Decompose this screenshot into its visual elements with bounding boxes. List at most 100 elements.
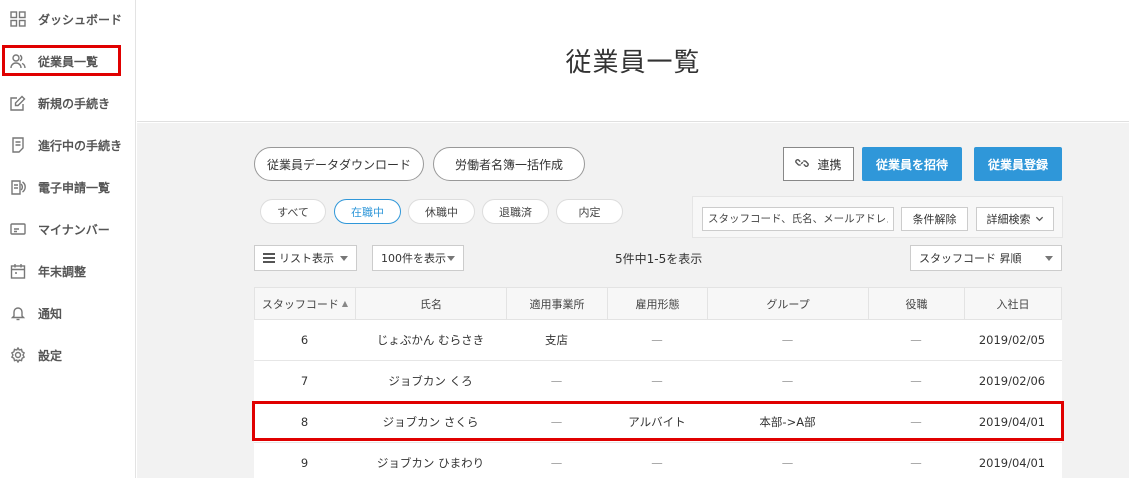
sidebar-item-label: 従業員一覧 <box>38 54 99 69</box>
cell-group: — <box>781 374 794 388</box>
cell-staff-code: 8 <box>300 415 309 429</box>
filter-tab-employed[interactable]: 在職中 <box>334 199 401 224</box>
sidebar-item-dashboard[interactable]: ダッシュボード <box>0 4 136 34</box>
filter-tab-retired[interactable]: 退職済 <box>482 199 549 224</box>
advanced-search-button[interactable]: 詳細検索 <box>976 207 1054 231</box>
cell-employment-type: — <box>651 333 663 347</box>
cell-hire-date: 2019/02/06 <box>978 374 1046 388</box>
column-header-staff-code[interactable]: スタッフコード ▲ <box>255 288 356 319</box>
register-button[interactable]: 従業員登録 <box>974 147 1062 181</box>
link-icon <box>795 156 810 173</box>
caret-down-icon <box>340 256 348 261</box>
cell-name[interactable]: ジョブカン ひまわり <box>355 443 506 478</box>
filter-tab-all[interactable]: すべて <box>260 199 326 224</box>
sidebar-item-settings[interactable]: 設定 <box>0 340 136 370</box>
table-row[interactable]: 6 じょぶかん むらさき 支店 — — — 2019/02/05 <box>254 320 1062 361</box>
column-header-employment-type[interactable]: 雇用形態 <box>608 288 708 319</box>
link-label: 連携 <box>817 157 842 172</box>
cell-name[interactable]: じょぶかん むらさき <box>355 320 506 360</box>
cell-employment-type: — <box>651 374 663 388</box>
cell-position: — <box>910 374 922 388</box>
main-content: 従業員データダウンロード 労働者名簿一括作成 連携 従業員を招待 従業員登録 す… <box>137 123 1129 478</box>
sidebar-item-label: 年末調整 <box>38 264 87 279</box>
result-count: 5件中1-5を表示 <box>615 252 703 266</box>
document-icon <box>9 136 27 154</box>
cell-staff-code: 9 <box>300 456 309 470</box>
invite-button[interactable]: 従業員を招待 <box>862 147 962 181</box>
sidebar-item-in-progress[interactable]: 進行中の手続き <box>0 130 136 160</box>
caret-down-icon <box>447 256 455 261</box>
search-input[interactable] <box>702 207 894 231</box>
cell-staff-code: 7 <box>300 374 309 388</box>
id-card-icon <box>9 220 27 238</box>
table-header: スタッフコード ▲ 氏名 適用事業所 雇用形態 グループ 役職 入社日 <box>254 287 1062 320</box>
sidebar-item-label: 通知 <box>38 306 63 321</box>
column-header-position[interactable]: 役職 <box>869 288 965 319</box>
table-row[interactable]: 8 ジョブカン さくら — アルバイト 本部->A部 — 2019/04/01 <box>254 402 1062 443</box>
calendar-icon <box>9 262 27 280</box>
column-header-office[interactable]: 適用事業所 <box>507 288 608 319</box>
cell-position: — <box>910 456 922 470</box>
cell-hire-date: 2019/02/05 <box>978 333 1046 347</box>
advanced-search-label: 詳細検索 <box>986 213 1031 226</box>
cell-position: — <box>910 415 922 429</box>
sidebar: ダッシュボード 従業員一覧 新規の手続き 進行中の手続き 電子申請一覧 マイナン… <box>0 0 136 478</box>
cell-office: — <box>550 415 563 429</box>
cell-office: 支店 <box>545 333 568 347</box>
filter-tab-on-leave[interactable]: 休職中 <box>408 199 475 224</box>
view-mode-select[interactable]: リスト表示 <box>254 245 357 271</box>
bell-icon <box>9 304 27 322</box>
sidebar-item-label: 新規の手続き <box>38 96 111 111</box>
sidebar-item-label: 設定 <box>38 348 63 363</box>
cell-name[interactable]: ジョブカン くろ <box>355 361 506 401</box>
sort-select[interactable]: スタッフコード 昇順 <box>910 245 1062 271</box>
download-button[interactable]: 従業員データダウンロード <box>254 147 424 181</box>
caret-down-icon <box>1045 256 1053 261</box>
view-mode-value: リスト表示 <box>279 252 334 265</box>
sidebar-item-label: マイナンバー <box>38 222 110 237</box>
cell-staff-code: 6 <box>300 333 309 347</box>
grid-icon <box>9 10 27 28</box>
cell-office: — <box>550 374 563 388</box>
table-row[interactable]: 9 ジョブカン ひまわり — — — — 2019/04/01 <box>254 443 1062 478</box>
page-header: 従業員一覧 <box>137 0 1129 122</box>
sidebar-item-label: 電子申請一覧 <box>38 180 111 195</box>
page-title: 従業員一覧 <box>565 48 701 78</box>
cell-employment-type: — <box>651 456 663 470</box>
search-panel: 条件解除 詳細検索 <box>692 196 1063 238</box>
cell-office: — <box>550 456 563 470</box>
cell-name[interactable]: ジョブカン さくら <box>355 402 506 442</box>
sidebar-item-new-procedure[interactable]: 新規の手続き <box>0 88 136 118</box>
table-row[interactable]: 7 ジョブカン くろ — — — — 2019/02/06 <box>254 361 1062 402</box>
cell-group: — <box>781 333 794 347</box>
list-icon <box>263 253 275 263</box>
e-application-icon <box>9 178 27 196</box>
gear-icon <box>9 346 27 364</box>
clear-conditions-button[interactable]: 条件解除 <box>901 207 968 231</box>
cell-hire-date: 2019/04/01 <box>978 456 1046 470</box>
bulk-register-button[interactable]: 労働者名簿一括作成 <box>433 147 585 181</box>
chevron-down-icon <box>1035 213 1044 226</box>
sidebar-item-label: ダッシュボード <box>38 12 123 27</box>
cell-group: 本部->A部 <box>759 415 816 429</box>
edit-icon <box>9 94 27 112</box>
link-button[interactable]: 連携 <box>783 147 854 181</box>
users-icon <box>9 52 27 70</box>
column-header-hire-date[interactable]: 入社日 <box>965 288 1061 319</box>
sidebar-item-e-applications[interactable]: 電子申請一覧 <box>0 172 136 202</box>
sidebar-item-my-number[interactable]: マイナンバー <box>0 214 136 244</box>
column-header-name[interactable]: 氏名 <box>356 288 507 319</box>
cell-employment-type: アルバイト <box>628 415 686 429</box>
per-page-select[interactable]: 100件を表示 <box>372 245 464 271</box>
per-page-value: 100件を表示 <box>381 252 446 265</box>
sidebar-item-year-end[interactable]: 年末調整 <box>0 256 136 286</box>
filter-tab-offered[interactable]: 内定 <box>556 199 623 224</box>
cell-hire-date: 2019/04/01 <box>978 415 1046 429</box>
sidebar-item-label: 進行中の手続き <box>38 138 123 153</box>
cell-group: — <box>781 456 794 470</box>
sort-asc-icon: ▲ <box>341 299 349 308</box>
sidebar-item-employees[interactable]: 従業員一覧 <box>0 46 136 76</box>
sort-value: スタッフコード 昇順 <box>919 252 1022 265</box>
sidebar-item-notifications[interactable]: 通知 <box>0 298 136 328</box>
column-header-group[interactable]: グループ <box>708 288 869 319</box>
